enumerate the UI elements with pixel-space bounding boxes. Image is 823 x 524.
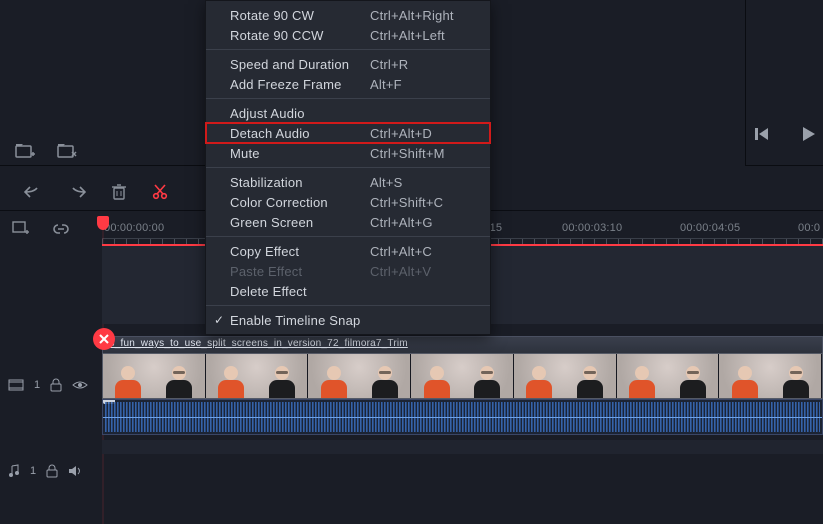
clip-thumbnails — [102, 353, 823, 399]
menu-separator — [206, 305, 490, 306]
menu-item-label: Adjust Audio — [230, 106, 370, 121]
menu-item-copy-effect[interactable]: Copy EffectCtrl+Alt+C — [206, 241, 490, 261]
menu-item-shortcut: Alt+S — [370, 175, 402, 190]
clip-marker-close-icon[interactable] — [93, 328, 115, 350]
check-icon: ✓ — [214, 313, 224, 327]
thumbnail — [308, 354, 411, 398]
menu-separator — [206, 49, 490, 50]
menu-item-label: Copy Effect — [230, 244, 370, 259]
lock-icon[interactable] — [50, 378, 62, 392]
menu-item-adjust-audio[interactable]: Adjust Audio — [206, 103, 490, 123]
menu-item-label: Rotate 90 CW — [230, 8, 370, 23]
menu-item-detach-audio[interactable]: Detach AudioCtrl+Alt+D — [206, 123, 490, 143]
menu-item-stabilization[interactable]: StabilizationAlt+S — [206, 172, 490, 192]
menu-item-shortcut: Ctrl+Alt+D — [370, 126, 432, 141]
menu-item-label: Paste Effect — [230, 264, 370, 279]
media-library — [0, 0, 205, 166]
timeline-toolbar — [0, 216, 70, 242]
thumbnail — [514, 354, 617, 398]
menu-item-label: Speed and Duration — [230, 57, 370, 72]
menu-item-enable-timeline-snap[interactable]: ✓ Enable Timeline Snap — [206, 310, 490, 330]
filmstrip-icon — [8, 379, 24, 391]
context-menu: Rotate 90 CWCtrl+Alt+RightRotate 90 CCWC… — [205, 0, 491, 335]
previous-frame-icon[interactable] — [753, 125, 771, 143]
playhead-handle[interactable] — [97, 216, 109, 230]
menu-item-mute[interactable]: MuteCtrl+Shift+M — [206, 143, 490, 163]
thumbnail — [719, 354, 822, 398]
menu-item-label: Stabilization — [230, 175, 370, 190]
link-icon[interactable] — [52, 221, 70, 237]
add-timeline-icon[interactable] — [12, 221, 30, 237]
menu-item-delete-effect[interactable]: Delete Effect — [206, 281, 490, 301]
menu-item-shortcut: Ctrl+Alt+C — [370, 244, 432, 259]
menu-item-label: Detach Audio — [230, 126, 370, 141]
menu-item-shortcut: Ctrl+Alt+G — [370, 215, 433, 230]
menu-item-shortcut: Ctrl+Shift+C — [370, 195, 443, 210]
speaker-icon[interactable] — [68, 465, 82, 477]
menu-item-label: Enable Timeline Snap — [230, 313, 370, 328]
menu-item-shortcut: Ctrl+R — [370, 57, 408, 72]
menu-item-paste-effect: Paste EffectCtrl+Alt+V — [206, 261, 490, 281]
timecode: 00:00:00:00 — [104, 222, 164, 234]
timecode: 00:00:04:05 — [680, 222, 740, 234]
delete-folder-icon[interactable] — [57, 142, 77, 160]
menu-item-shortcut: Ctrl+Alt+Right — [370, 8, 454, 23]
eye-icon[interactable] — [72, 379, 88, 391]
play-icon[interactable] — [799, 125, 817, 143]
menu-separator — [206, 236, 490, 237]
thumbnail — [206, 354, 309, 398]
new-folder-icon[interactable] — [15, 142, 35, 160]
lock-icon[interactable] — [46, 464, 58, 478]
redo-icon[interactable] — [68, 185, 86, 199]
menu-item-shortcut: Alt+F — [370, 77, 402, 92]
thumbnail — [617, 354, 720, 398]
clip-name: 3_fun_ways_to_use_split_screens_in_versi… — [102, 336, 823, 353]
timecode: 00:00:03:10 — [562, 222, 622, 234]
menu-item-rotate-90-ccw[interactable]: Rotate 90 CCWCtrl+Alt+Left — [206, 25, 490, 45]
menu-item-green-screen[interactable]: Green ScreenCtrl+Alt+G — [206, 212, 490, 232]
menu-item-color-correction[interactable]: Color CorrectionCtrl+Shift+C — [206, 192, 490, 212]
delete-icon[interactable] — [112, 184, 126, 200]
audio-track-header: 1 — [0, 464, 102, 478]
scissors-icon[interactable] — [152, 184, 168, 200]
audio-track-index: 1 — [30, 465, 36, 477]
menu-item-shortcut: Ctrl+Shift+M — [370, 146, 445, 161]
music-note-icon — [8, 464, 20, 478]
thumbnail — [103, 354, 206, 398]
menu-item-rotate-90-cw[interactable]: Rotate 90 CWCtrl+Alt+Right — [206, 5, 490, 25]
video-track-index: 1 — [34, 379, 40, 391]
menu-item-label: Green Screen — [230, 215, 370, 230]
menu-item-shortcut: Ctrl+Alt+Left — [370, 28, 445, 43]
menu-item-label: Delete Effect — [230, 284, 370, 299]
video-clip[interactable]: 3_fun_ways_to_use_split_screens_in_versi… — [102, 336, 823, 436]
menu-item-speed-and-duration[interactable]: Speed and DurationCtrl+R — [206, 54, 490, 74]
thumbnail — [411, 354, 514, 398]
preview-panel — [745, 0, 823, 166]
menu-item-add-freeze-frame[interactable]: Add Freeze FrameAlt+F — [206, 74, 490, 94]
menu-item-label: Color Correction — [230, 195, 370, 210]
menu-item-shortcut: Ctrl+Alt+V — [370, 264, 431, 279]
menu-separator — [206, 167, 490, 168]
edit-toolbar — [0, 175, 168, 209]
menu-item-label: Mute — [230, 146, 370, 161]
menu-item-label: Rotate 90 CCW — [230, 28, 370, 43]
video-track-header: 1 — [0, 378, 102, 392]
menu-separator — [206, 98, 490, 99]
timecode: 00:0 — [798, 222, 820, 234]
track-gutter — [102, 440, 823, 454]
clip-audio-waveform[interactable] — [102, 399, 823, 435]
undo-icon[interactable] — [24, 185, 42, 199]
menu-item-label: Add Freeze Frame — [230, 77, 370, 92]
